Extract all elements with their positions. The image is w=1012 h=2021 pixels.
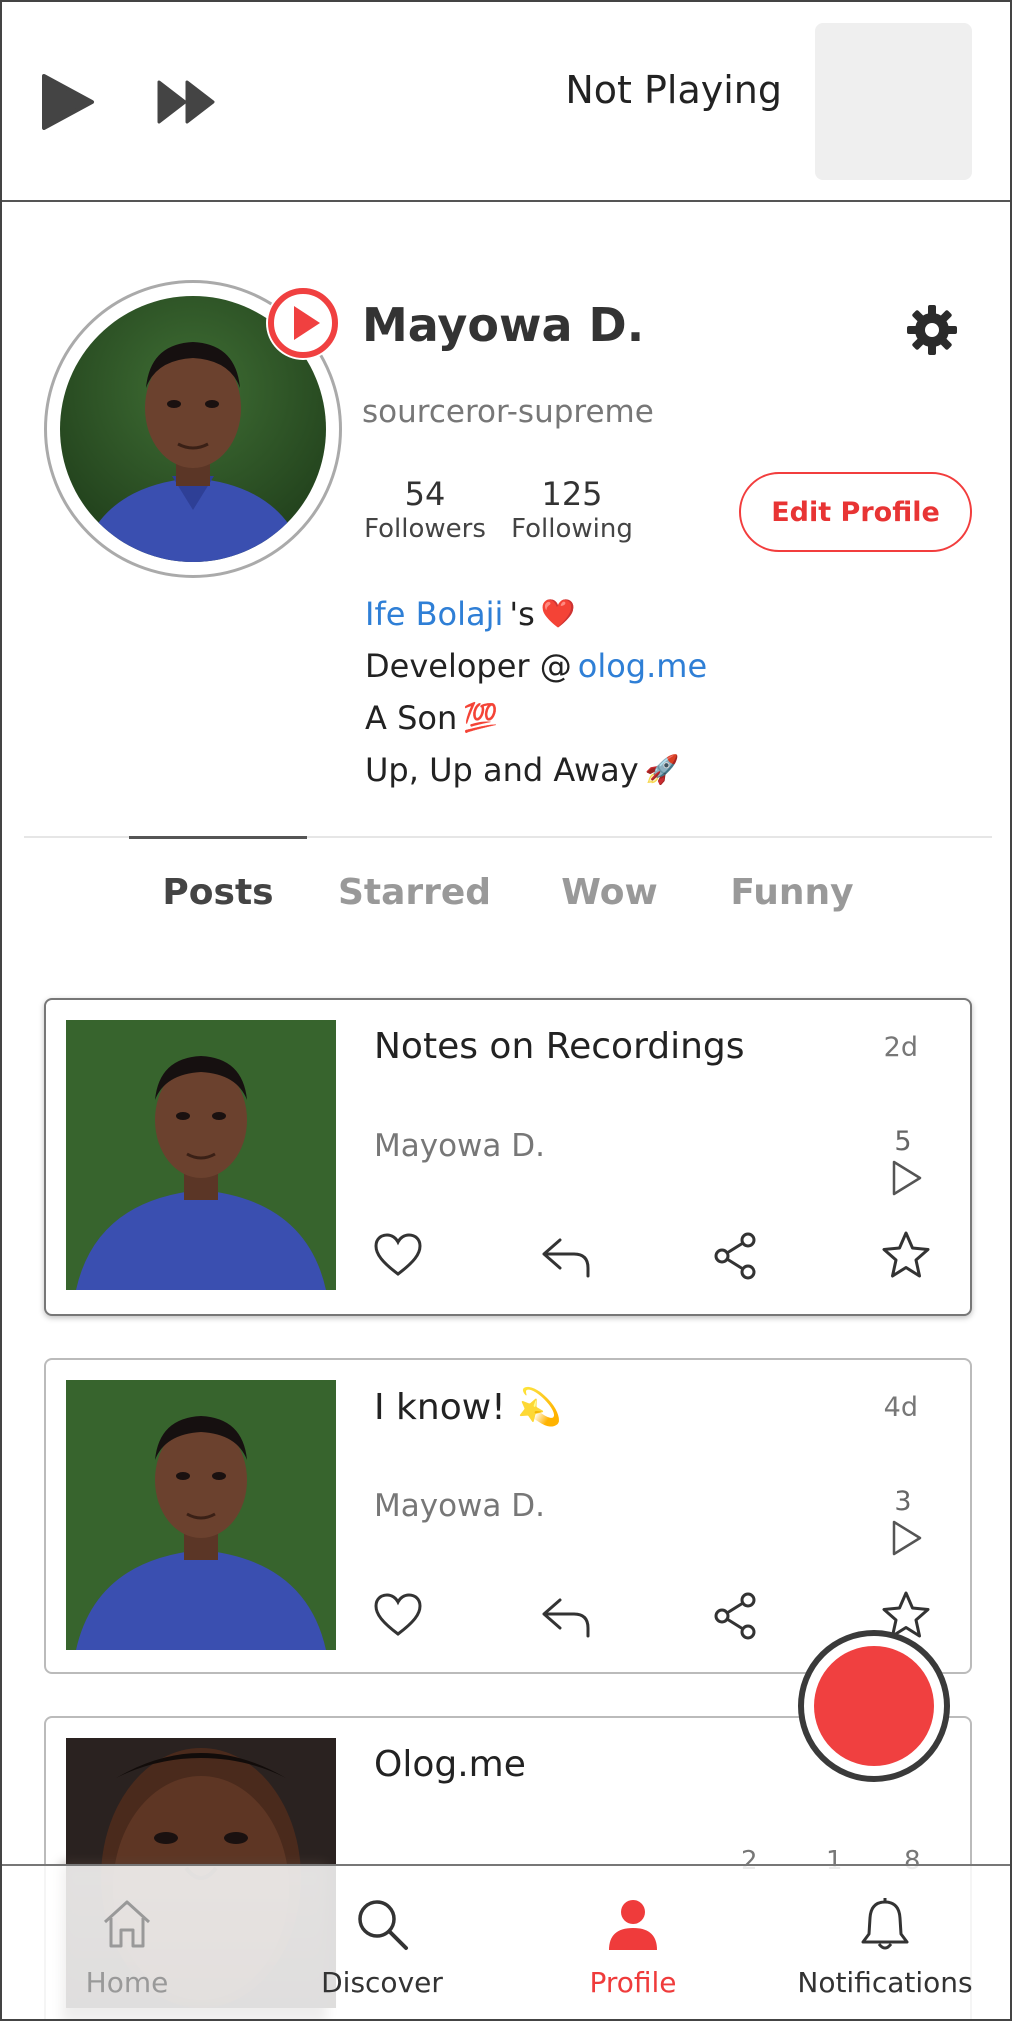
nav-home[interactable]: Home [27, 1866, 227, 2019]
followers-stat[interactable]: 54 Followers [360, 474, 490, 544]
nav-profile[interactable]: Profile [533, 1866, 733, 2019]
followers-label: Followers [364, 514, 486, 544]
bio-text: Up, Up and Away [365, 751, 639, 789]
post-title[interactable]: I know! 💫 [374, 1386, 562, 1428]
fast-forward-icon[interactable] [157, 80, 217, 124]
bell-icon [861, 1898, 909, 1950]
record-button[interactable] [798, 1630, 950, 1782]
nav-notifications-label: Notifications [797, 1966, 973, 1999]
post-thumbnail [66, 1020, 336, 1290]
bio-text: A Son [365, 699, 458, 737]
gear-icon[interactable] [906, 304, 958, 356]
now-playing-artwork[interactable] [815, 23, 972, 180]
home-icon [103, 1900, 151, 1948]
post-time: 2d [883, 1032, 918, 1063]
nav-notifications[interactable]: Notifications [785, 1866, 985, 2019]
profile-name: Mayowa D. [362, 298, 645, 352]
nav-profile-label: Profile [589, 1966, 677, 1999]
post-card[interactable]: Notes on Recordings 2d Mayowa D. 5 [44, 998, 972, 1316]
now-playing-status: Not Playing [565, 68, 782, 112]
search-icon [358, 1900, 408, 1950]
post-thumbnail [66, 1380, 336, 1650]
active-tab-indicator [129, 836, 307, 839]
rocket-emoji-icon: 🚀 [644, 753, 680, 786]
tab-wow[interactable]: Wow [542, 872, 677, 913]
play-outline-icon[interactable] [886, 1158, 926, 1198]
edit-profile-button[interactable]: Edit Profile [739, 472, 972, 552]
tab-starred[interactable]: Starred [332, 872, 497, 913]
profile-bio: Ife Bolaji 's ❤️ Developer @ olog.me A S… [365, 588, 707, 796]
nav-discover[interactable]: Discover [282, 1866, 482, 2019]
record-icon [814, 1646, 934, 1766]
play-count: 5 [894, 1126, 912, 1157]
post-card[interactable]: I know! 💫 4d Mayowa D. 3 [44, 1358, 972, 1674]
reply-icon[interactable] [540, 1590, 592, 1642]
heart-icon[interactable] [372, 1230, 424, 1282]
nav-discover-label: Discover [321, 1966, 443, 1999]
bio-text: 's [509, 595, 535, 633]
profile-handle: sourceror-supreme [362, 394, 654, 430]
post-title[interactable]: Notes on Recordings [374, 1026, 745, 1067]
person-icon [609, 1900, 657, 1950]
share-icon[interactable] [710, 1590, 762, 1642]
app-frame: Not Playing Mayowa D. sourceror-supreme … [0, 0, 1012, 2021]
post-author[interactable]: Mayowa D. [374, 1488, 545, 1524]
following-stat[interactable]: 125 Following [507, 474, 637, 544]
following-label: Following [511, 514, 633, 544]
play-count: 3 [894, 1486, 912, 1517]
tab-funny[interactable]: Funny [717, 872, 867, 913]
heart-icon[interactable] [372, 1590, 424, 1642]
hundred-emoji-icon: 💯 [463, 701, 499, 734]
player-bar: Not Playing [2, 2, 1010, 202]
star-icon[interactable] [880, 1230, 932, 1282]
play-icon[interactable] [40, 74, 96, 130]
post-author[interactable]: Mayowa D. [374, 1128, 545, 1164]
audio-intro-play-icon[interactable] [264, 284, 342, 362]
profile-tabs: Posts Starred Wow Funny [2, 872, 1010, 932]
followers-count: 54 [404, 475, 446, 513]
share-icon[interactable] [710, 1230, 762, 1282]
post-title[interactable]: Olog.me [374, 1744, 526, 1785]
following-count: 125 [541, 475, 603, 513]
bio-text: Developer @ [365, 647, 572, 685]
bio-website-link[interactable]: olog.me [578, 640, 707, 692]
bottom-nav: Home Discover Profile Notifications [2, 1864, 1010, 2019]
play-outline-icon[interactable] [886, 1518, 926, 1558]
post-time: 4d [883, 1392, 918, 1423]
bio-mention-link[interactable]: Ife Bolaji [365, 588, 503, 640]
tab-posts[interactable]: Posts [129, 872, 307, 913]
heart-emoji-icon: ❤️ [540, 597, 576, 630]
nav-home-label: Home [85, 1966, 169, 1999]
reply-icon[interactable] [540, 1230, 592, 1282]
